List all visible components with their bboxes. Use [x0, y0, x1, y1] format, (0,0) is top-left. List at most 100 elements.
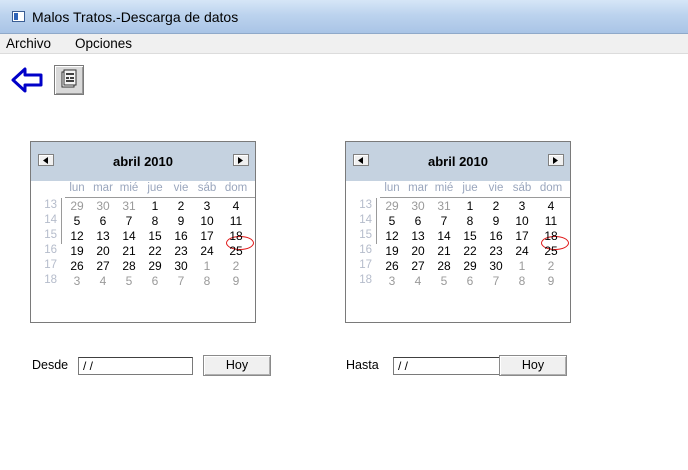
calendar-day[interactable]: 19: [380, 244, 404, 258]
calendar-day[interactable]: 19: [65, 244, 89, 258]
calendar-day[interactable]: 17: [195, 229, 219, 243]
desde-hoy-button[interactable]: Hoy: [203, 355, 271, 376]
calendar-day[interactable]: 23: [484, 244, 508, 258]
calendar-day[interactable]: 13: [406, 229, 430, 243]
calendar-day[interactable]: 17: [510, 229, 534, 243]
next-month-button[interactable]: [548, 154, 564, 166]
calendar-day[interactable]: 30: [91, 199, 115, 213]
calendar-day[interactable]: 16: [169, 229, 193, 243]
calendar-day[interactable]: 24: [510, 244, 534, 258]
calendar-day[interactable]: 16: [484, 229, 508, 243]
calendar-day[interactable]: 2: [169, 199, 193, 213]
calendar-day[interactable]: 4: [224, 199, 248, 213]
calendar-day[interactable]: 7: [169, 274, 193, 288]
calendar-day[interactable]: 26: [380, 259, 404, 273]
calendar-day[interactable]: 8: [510, 274, 534, 288]
next-month-button[interactable]: [233, 154, 249, 166]
menu-archivo[interactable]: Archivo: [6, 36, 51, 51]
calendar-day[interactable]: 5: [380, 214, 404, 228]
calendar-day[interactable]: 6: [458, 274, 482, 288]
back-button[interactable]: [10, 64, 44, 96]
menu-opciones[interactable]: Opciones: [75, 36, 132, 51]
calendar-day[interactable]: 30: [169, 259, 193, 273]
calendar-day[interactable]: 3: [380, 274, 404, 288]
calendar-day[interactable]: 21: [117, 244, 141, 258]
calendar-day[interactable]: 25: [539, 244, 563, 258]
weekday-header: lun: [384, 182, 400, 194]
calendar-day[interactable]: 22: [143, 244, 167, 258]
calendar-day[interactable]: 31: [117, 199, 141, 213]
calendar-day[interactable]: 20: [406, 244, 430, 258]
calendar-day[interactable]: 18: [539, 229, 563, 243]
calendar-day[interactable]: 21: [432, 244, 456, 258]
calendar-day[interactable]: 26: [65, 259, 89, 273]
calendar-day[interactable]: 18: [224, 229, 248, 243]
calendar-day[interactable]: 1: [458, 199, 482, 213]
calendar-day[interactable]: 5: [432, 274, 456, 288]
calendar-day[interactable]: 29: [380, 199, 404, 213]
hasta-date-input[interactable]: [393, 357, 508, 375]
calendar-day[interactable]: 31: [432, 199, 456, 213]
calendar-day[interactable]: 23: [169, 244, 193, 258]
calendar-day[interactable]: 30: [484, 259, 508, 273]
calendar-day[interactable]: 28: [117, 259, 141, 273]
calendar-day[interactable]: 2: [539, 259, 563, 273]
hasta-hoy-button[interactable]: Hoy: [499, 355, 567, 376]
calendar-day[interactable]: 11: [224, 214, 248, 228]
desde-date-input[interactable]: [78, 357, 193, 375]
week-number: 17: [44, 259, 57, 271]
calendar-day[interactable]: 7: [432, 214, 456, 228]
calendar-day[interactable]: 9: [224, 274, 248, 288]
calendar-day[interactable]: 9: [484, 214, 508, 228]
calendar-day[interactable]: 10: [510, 214, 534, 228]
week-number: 13: [44, 199, 57, 211]
calendar-day[interactable]: 29: [143, 259, 167, 273]
calendar-day[interactable]: 4: [91, 274, 115, 288]
calendar-day[interactable]: 8: [143, 214, 167, 228]
calendar-day[interactable]: 13: [91, 229, 115, 243]
calendar-day[interactable]: 4: [539, 199, 563, 213]
calendar-day[interactable]: 1: [143, 199, 167, 213]
calendar-day[interactable]: 7: [484, 274, 508, 288]
calendar-day[interactable]: 25: [224, 244, 248, 258]
calendar-day[interactable]: 7: [117, 214, 141, 228]
calendar-day[interactable]: 15: [458, 229, 482, 243]
calendar-day[interactable]: 27: [406, 259, 430, 273]
calendar-desde[interactable]: abril 2010 lun mar mié jue vie sáb dom 13 29 30 31…: [30, 141, 256, 323]
calendar-day[interactable]: 30: [406, 199, 430, 213]
calendar-day[interactable]: 9: [539, 274, 563, 288]
week-number: 16: [44, 244, 57, 256]
calendar-day[interactable]: 28: [432, 259, 456, 273]
calendar-day[interactable]: 29: [65, 199, 89, 213]
calendar-day[interactable]: 5: [65, 214, 89, 228]
calendar-day[interactable]: 20: [91, 244, 115, 258]
calendar-day[interactable]: 6: [91, 214, 115, 228]
form-button[interactable]: [54, 65, 84, 95]
calendar-day[interactable]: 9: [169, 214, 193, 228]
calendar-day[interactable]: 3: [195, 199, 219, 213]
calendar-day[interactable]: 27: [91, 259, 115, 273]
calendar-day[interactable]: 2: [224, 259, 248, 273]
calendar-day[interactable]: 2: [484, 199, 508, 213]
calendar-day[interactable]: 6: [406, 214, 430, 228]
calendar-day[interactable]: 29: [458, 259, 482, 273]
calendar-day[interactable]: 3: [65, 274, 89, 288]
calendar-day[interactable]: 1: [195, 259, 219, 273]
calendar-day[interactable]: 14: [117, 229, 141, 243]
calendar-day[interactable]: 24: [195, 244, 219, 258]
calendar-day[interactable]: 1: [510, 259, 534, 273]
calendar-day[interactable]: 12: [380, 229, 404, 243]
calendar-day[interactable]: 11: [539, 214, 563, 228]
calendar-day[interactable]: 4: [406, 274, 430, 288]
calendar-hasta[interactable]: abril 2010 lun mar mié jue vie sáb dom 13 29 30 31…: [345, 141, 571, 323]
calendar-day[interactable]: 6: [143, 274, 167, 288]
calendar-day[interactable]: 10: [195, 214, 219, 228]
calendar-day[interactable]: 22: [458, 244, 482, 258]
calendar-day[interactable]: 14: [432, 229, 456, 243]
calendar-day[interactable]: 8: [195, 274, 219, 288]
calendar-day[interactable]: 8: [458, 214, 482, 228]
calendar-day[interactable]: 15: [143, 229, 167, 243]
calendar-day[interactable]: 3: [510, 199, 534, 213]
calendar-day[interactable]: 12: [65, 229, 89, 243]
calendar-day[interactable]: 5: [117, 274, 141, 288]
